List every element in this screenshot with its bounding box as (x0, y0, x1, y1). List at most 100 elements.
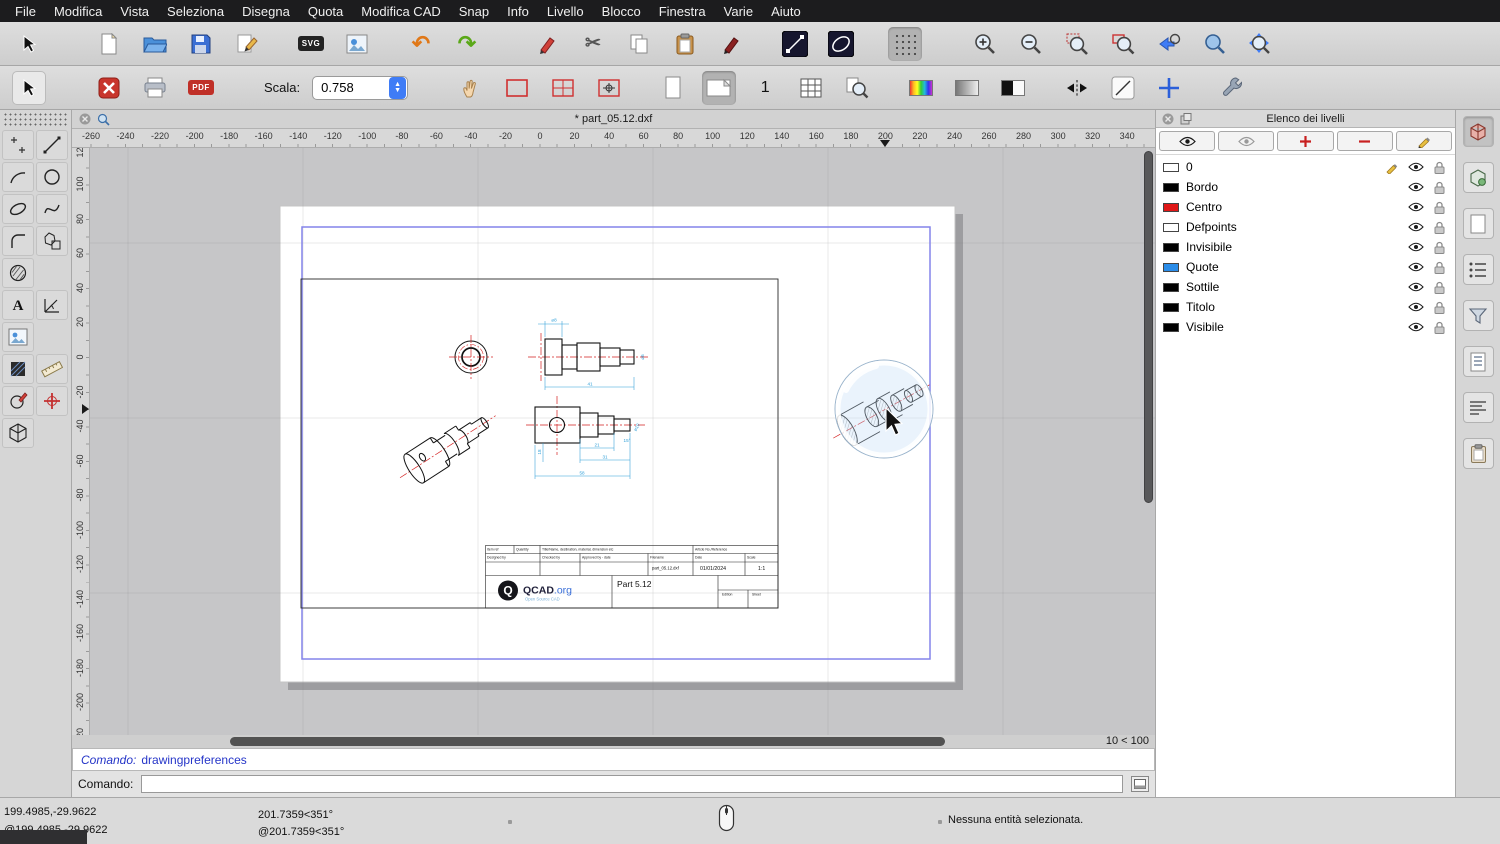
scale-combobox[interactable]: 0.758 ▲▼ (312, 76, 408, 100)
close-panel-button[interactable] (1161, 112, 1174, 125)
vertical-scrollbar[interactable] (1144, 151, 1153, 503)
hatch-tool-button[interactable] (2, 258, 34, 288)
toolbox-handle[interactable] (3, 112, 68, 127)
menu-item[interactable]: Disegna (233, 4, 299, 19)
menu-item[interactable]: Quota (299, 4, 352, 19)
scrollbar-thumb[interactable] (230, 737, 945, 746)
layer-lock-icon[interactable] (1431, 201, 1448, 214)
horizontal-scrollbar[interactable]: 10 < 100 (72, 735, 1155, 748)
pdf-export-button[interactable]: PDF (184, 71, 218, 105)
landscape-page-button[interactable] (702, 71, 736, 105)
previous-view-button[interactable] (1152, 27, 1186, 61)
layer-lock-icon[interactable] (1431, 261, 1448, 274)
arc-tool-button[interactable] (2, 162, 34, 192)
color-picker-button[interactable] (904, 71, 938, 105)
print-preview-button[interactable] (340, 27, 374, 61)
property-editor-button[interactable] (1463, 116, 1494, 147)
hide-all-layers-button[interactable] (1218, 131, 1274, 151)
new-file-button[interactable] (92, 27, 126, 61)
zoom-out-button[interactable] (1014, 27, 1048, 61)
detach-panel-button[interactable] (1179, 112, 1192, 125)
menu-item[interactable]: Info (498, 4, 538, 19)
layer-row[interactable]: 0 (1156, 157, 1455, 177)
save-file-button[interactable] (184, 27, 218, 61)
menu-item[interactable]: Seleziona (158, 4, 233, 19)
layer-list-button[interactable] (1463, 254, 1494, 285)
drawing-canvas[interactable]: ⌀8 41 ⌀6 (90, 148, 1155, 735)
mirror-arrows-button[interactable] (1060, 71, 1094, 105)
svg-export-button[interactable]: SVG (294, 27, 328, 61)
auto-zoom-button[interactable] (1060, 27, 1094, 61)
grid-snap-button[interactable] (888, 27, 922, 61)
center-crosshair-button[interactable] (1152, 71, 1186, 105)
edit-pen-button[interactable] (530, 27, 564, 61)
clipboard-panel-button[interactable] (1463, 438, 1494, 469)
menu-item[interactable]: Snap (450, 4, 498, 19)
redo-button[interactable]: ↷ (450, 27, 484, 61)
block-editor-button[interactable] (1463, 162, 1494, 193)
page-number-button[interactable]: 1 (748, 71, 782, 105)
layer-visibility-eye-icon[interactable] (1407, 162, 1424, 172)
menu-item[interactable]: Aiuto (762, 4, 810, 19)
menu-item[interactable]: Blocco (593, 4, 650, 19)
command-history-button[interactable] (1463, 392, 1494, 423)
edit-layer-button[interactable] (1396, 131, 1452, 151)
gray-gradient-button[interactable] (950, 71, 984, 105)
menu-item[interactable]: Finestra (650, 4, 715, 19)
layer-row[interactable]: Bordo (1156, 177, 1455, 197)
add-layer-button[interactable] (1277, 131, 1333, 151)
layer-lock-icon[interactable] (1431, 181, 1448, 194)
ellipse-tool-button[interactable] (2, 194, 34, 224)
layer-visibility-eye-icon[interactable] (1407, 302, 1424, 312)
canvas-area[interactable]: ⌀8 41 ⌀6 (72, 148, 1155, 735)
zoom-in-button[interactable] (968, 27, 1002, 61)
close-document-button[interactable] (78, 113, 91, 126)
point-tool-button[interactable] (2, 130, 34, 160)
dimension-tool-button[interactable] (36, 290, 68, 320)
layer-lock-icon[interactable] (1431, 241, 1448, 254)
menu-item[interactable]: Vista (111, 4, 158, 19)
layer-row[interactable]: Defpoints (1156, 217, 1455, 237)
isometric-tool-button[interactable] (2, 418, 34, 448)
layer-visibility-eye-icon[interactable] (1407, 202, 1424, 212)
fillet-tool-button[interactable] (2, 226, 34, 256)
layer-row[interactable]: Quote (1156, 257, 1455, 277)
layer-visibility-eye-icon[interactable] (1407, 182, 1424, 192)
property-pen-button[interactable] (714, 27, 748, 61)
layer-row[interactable]: Titolo (1156, 297, 1455, 317)
close-preview-button[interactable] (92, 71, 126, 105)
pan-hand-button[interactable] (454, 71, 488, 105)
drawing-preferences-button[interactable] (230, 27, 264, 61)
layer-visibility-eye-icon[interactable] (1407, 262, 1424, 272)
selection-arrow-button[interactable] (12, 27, 46, 61)
settings-wrench-button[interactable] (1216, 71, 1250, 105)
cut-button[interactable]: ✂ (576, 27, 610, 61)
snap-tool-button[interactable] (36, 386, 68, 416)
circle-tool-button[interactable] (36, 162, 68, 192)
open-file-button[interactable] (138, 27, 172, 61)
layer-lock-icon[interactable] (1431, 161, 1448, 174)
layer-row[interactable]: Visibile (1156, 317, 1455, 337)
layer-lock-icon[interactable] (1431, 281, 1448, 294)
image-tool-button[interactable] (2, 322, 34, 352)
line-tool-button[interactable] (36, 130, 68, 160)
layer-lock-icon[interactable] (1431, 221, 1448, 234)
selection-filter-button[interactable] (1463, 300, 1494, 331)
paste-button[interactable] (668, 27, 702, 61)
modify-tool-button[interactable] (2, 386, 34, 416)
layer-lock-icon[interactable] (1431, 321, 1448, 334)
stepper-icon[interactable]: ▲▼ (389, 77, 406, 99)
undo-button[interactable]: ↶ (404, 27, 438, 61)
layer-visibility-eye-icon[interactable] (1407, 242, 1424, 252)
menu-item[interactable]: File (6, 4, 45, 19)
layer-row[interactable]: Sottile (1156, 277, 1455, 297)
layer-lock-icon[interactable] (1431, 301, 1448, 314)
paper-space-button[interactable] (1463, 208, 1494, 239)
print-button[interactable] (138, 71, 172, 105)
line-entity-button[interactable] (778, 27, 812, 61)
zoom-page-button[interactable] (840, 71, 874, 105)
layer-visibility-eye-icon[interactable] (1407, 282, 1424, 292)
polygon-tool-button[interactable] (36, 226, 68, 256)
measure-tool-button[interactable] (36, 354, 68, 384)
copy-button[interactable] (622, 27, 656, 61)
